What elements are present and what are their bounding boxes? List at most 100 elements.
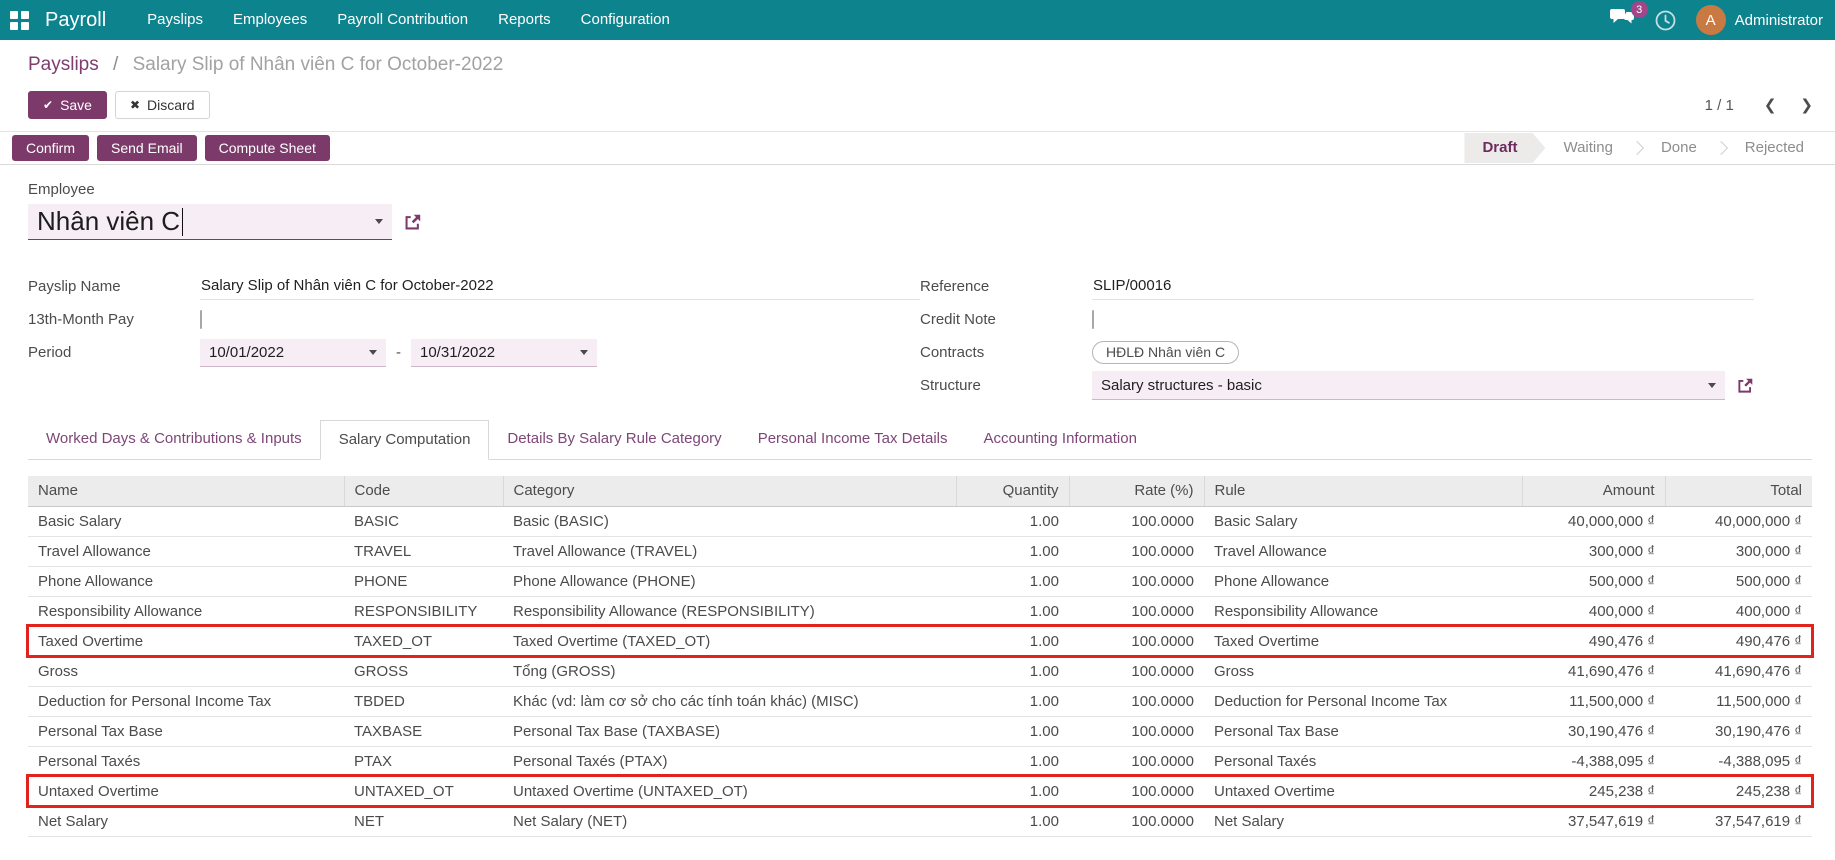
messages-icon[interactable]: 3 [1609, 1, 1648, 32]
apps-grid-icon[interactable] [10, 10, 29, 30]
cell-amount[interactable]: 40,000,000 ₫ [1522, 506, 1665, 537]
cell-rule[interactable]: Responsibility Allowance [1204, 596, 1522, 627]
payslip-name-input[interactable]: Salary Slip of Nhân viên C for October-2… [200, 273, 920, 300]
cell-name[interactable]: Phone Allowance [28, 566, 344, 597]
thirteenth-month-checkbox[interactable] [200, 310, 202, 329]
status-step-draft[interactable]: Draft [1464, 133, 1545, 163]
tab-accounting-information[interactable]: Accounting Information [966, 420, 1155, 460]
discard-button[interactable]: ✖ Discard [114, 91, 210, 119]
confirm-button[interactable]: Confirm [12, 135, 90, 161]
compute-sheet-button[interactable]: Compute Sheet [204, 135, 330, 161]
cell-code[interactable]: RESPONSIBILITY [344, 596, 503, 627]
table-row-personal-tax-s[interactable]: Personal Taxés PTAX Personal Taxés (PTAX) 1… [28, 746, 1812, 777]
cell-code[interactable]: TRAVEL [344, 536, 503, 567]
cell-code[interactable]: UNTAXED_OT [344, 776, 503, 807]
cell-rule[interactable]: Phone Allowance [1204, 566, 1522, 597]
column-header-code[interactable]: Code [343, 476, 503, 507]
structure-input[interactable]: Salary structures - basic [1092, 371, 1725, 400]
cell-quantity[interactable]: 1.00 [956, 566, 1069, 597]
cell-quantity[interactable]: 1.00 [956, 776, 1069, 807]
cell-rule[interactable]: Untaxed Overtime [1204, 776, 1522, 807]
cell-rate[interactable]: 100.0000 [1069, 626, 1204, 657]
credit-note-checkbox[interactable] [1092, 310, 1094, 329]
cell-quantity[interactable]: 1.00 [956, 806, 1069, 837]
cell-rule[interactable]: Gross [1204, 656, 1522, 687]
cell-category[interactable]: Personal Taxés (PTAX) [503, 746, 956, 777]
cell-name[interactable]: Untaxed Overtime [28, 776, 344, 807]
period-to-caret-icon[interactable] [580, 349, 588, 355]
cell-name[interactable]: Basic Salary [28, 506, 344, 537]
period-to-input[interactable]: 10/31/2022 [411, 338, 597, 367]
cell-amount[interactable]: 11,500,000 ₫ [1522, 686, 1665, 717]
cell-quantity[interactable]: 1.00 [956, 716, 1069, 747]
cell-category[interactable]: Net Salary (NET) [503, 806, 956, 837]
structure-external-link-icon[interactable] [1736, 377, 1754, 395]
status-step-rejected[interactable]: Rejected [1727, 133, 1822, 163]
cell-total[interactable]: 11,500,000 ₫ [1665, 686, 1812, 717]
cell-code[interactable]: TAXBASE [344, 716, 503, 747]
cell-category[interactable]: Basic (BASIC) [503, 506, 956, 537]
cell-category[interactable]: Untaxed Overtime (UNTAXED_OT) [503, 776, 956, 807]
cell-quantity[interactable]: 1.00 [956, 626, 1069, 657]
cell-category[interactable]: Responsibility Allowance (RESPONSIBILITY… [503, 596, 956, 627]
cell-amount[interactable]: 300,000 ₫ [1522, 536, 1665, 567]
column-header-amount[interactable]: Amount [1521, 476, 1665, 507]
cell-rate[interactable]: 100.0000 [1069, 746, 1204, 777]
send-email-button[interactable]: Send Email [97, 135, 197, 161]
cell-category[interactable]: Personal Tax Base (TAXBASE) [503, 716, 956, 747]
tab-details-by-salary-rule-category[interactable]: Details By Salary Rule Category [489, 420, 739, 460]
cell-quantity[interactable]: 1.00 [956, 536, 1069, 567]
cell-quantity[interactable]: 1.00 [956, 746, 1069, 777]
cell-quantity[interactable]: 1.00 [956, 686, 1069, 717]
cell-name[interactable]: Taxed Overtime [28, 626, 344, 657]
cell-code[interactable]: TAXED_OT [344, 626, 503, 657]
cell-category[interactable]: Tổng (GROSS) [503, 656, 956, 687]
column-header-rate[interactable]: Rate (%) [1068, 476, 1204, 507]
cell-rule[interactable]: Taxed Overtime [1204, 626, 1522, 657]
table-row-phone-allowance[interactable]: Phone Allowance PHONE Phone Allowance (PHO… [28, 566, 1812, 597]
table-row-untaxed-overtime[interactable]: Untaxed Overtime UNTAXED_OT Untaxed Overti… [26, 774, 1814, 808]
cell-amount[interactable]: 400,000 ₫ [1522, 596, 1665, 627]
cell-rate[interactable]: 100.0000 [1069, 566, 1204, 597]
cell-rate[interactable]: 100.0000 [1069, 656, 1204, 687]
cell-total[interactable]: 40,000,000 ₫ [1665, 506, 1812, 537]
breadcrumb-parent-link[interactable]: Payslips [28, 54, 99, 75]
cell-rule[interactable]: Personal Tax Base [1204, 716, 1522, 747]
cell-rate[interactable]: 100.0000 [1069, 686, 1204, 717]
table-row-responsibility-allowance[interactable]: Responsibility Allowance RESPONSIBILITY Re… [28, 596, 1812, 627]
period-from-caret-icon[interactable] [369, 349, 377, 355]
cell-total[interactable]: 400,000 ₫ [1665, 596, 1812, 627]
cell-total[interactable]: 300,000 ₫ [1665, 536, 1812, 567]
user-menu[interactable]: A Administrator [1695, 5, 1823, 35]
cell-rate[interactable]: 100.0000 [1069, 806, 1204, 837]
cell-name[interactable]: Personal Tax Base [28, 716, 344, 747]
nav-item-configuration[interactable]: Configuration [566, 0, 685, 40]
nav-item-payslips[interactable]: Payslips [132, 0, 218, 40]
cell-rate[interactable]: 100.0000 [1069, 536, 1204, 567]
cell-name[interactable]: Net Salary [28, 806, 344, 837]
cell-name[interactable]: Personal Taxés [28, 746, 344, 777]
table-row-gross[interactable]: Gross GROSS Tổng (GROSS) 1.00 100.0000 Gross 4… [28, 656, 1812, 687]
cell-category[interactable]: Phone Allowance (PHONE) [503, 566, 956, 597]
activity-clock-icon[interactable] [1655, 10, 1676, 31]
cell-name[interactable]: Responsibility Allowance [28, 596, 344, 627]
cell-amount[interactable]: 245,238 ₫ [1522, 776, 1665, 807]
table-row-net-salary[interactable]: Net Salary NET Net Salary (NET) 1.00 100.000… [28, 806, 1812, 837]
cell-rate[interactable]: 100.0000 [1069, 596, 1204, 627]
employee-input[interactable]: Nhân viên C [28, 204, 392, 240]
cell-amount[interactable]: 37,547,619 ₫ [1522, 806, 1665, 837]
cell-amount[interactable]: 490,476 ₫ [1522, 626, 1665, 657]
table-row-travel-allowance[interactable]: Travel Allowance TRAVEL Travel Allowance (… [28, 536, 1812, 567]
cell-code[interactable]: PTAX [344, 746, 503, 777]
pager-next-icon[interactable]: ❯ [1800, 96, 1813, 114]
cell-rate[interactable]: 100.0000 [1069, 506, 1204, 537]
table-row-taxed-overtime[interactable]: Taxed Overtime TAXED_OT Taxed Overtime (TA… [26, 624, 1814, 658]
cell-amount[interactable]: 500,000 ₫ [1522, 566, 1665, 597]
table-row-deduction-for-personal-income-tax[interactable]: Deduction for Personal Income Tax TBDED Kh… [28, 686, 1812, 717]
nav-item-reports[interactable]: Reports [483, 0, 566, 40]
cell-rule[interactable]: Travel Allowance [1204, 536, 1522, 567]
cell-rule[interactable]: Personal Taxés [1204, 746, 1522, 777]
cell-quantity[interactable]: 1.00 [956, 506, 1069, 537]
cell-total[interactable]: 490,476 ₫ [1665, 626, 1812, 657]
cell-amount[interactable]: -4,388,095 ₫ [1522, 746, 1665, 777]
